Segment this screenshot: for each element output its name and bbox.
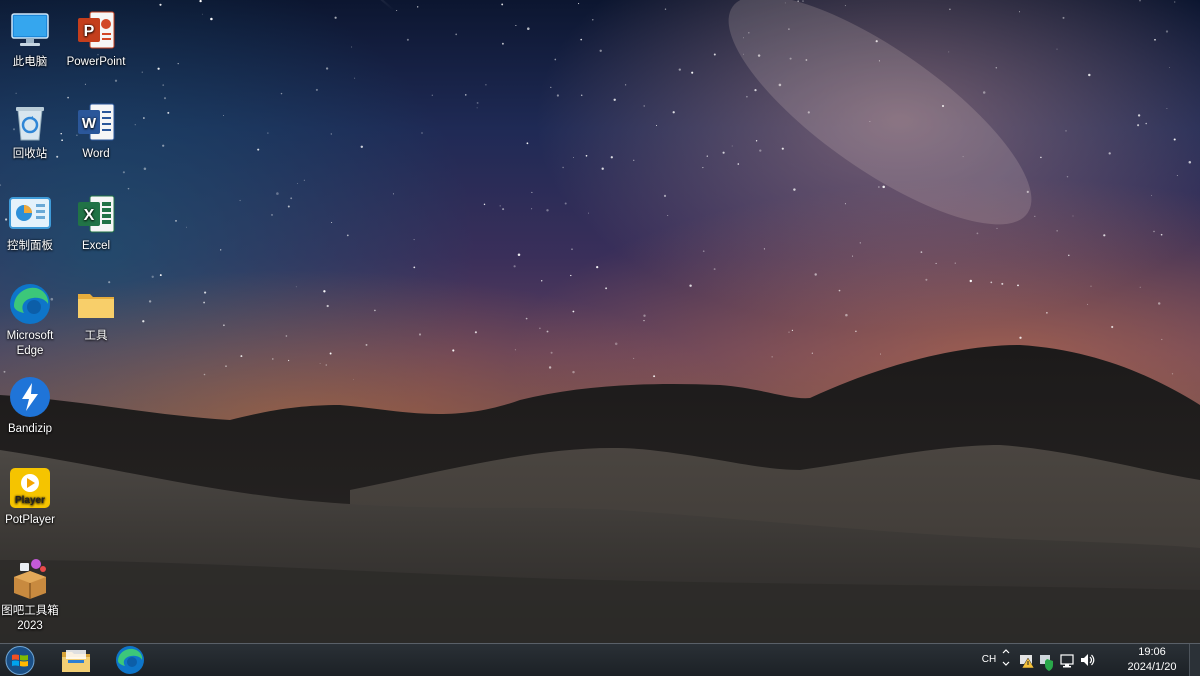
show-desktop-button[interactable] xyxy=(1189,644,1200,676)
svg-text:W: W xyxy=(82,115,97,132)
network-status[interactable] xyxy=(1058,644,1076,676)
desktop-icon-excel[interactable]: X Excel xyxy=(63,188,129,254)
shield-check-icon xyxy=(1040,655,1053,671)
desktop-icon-control-panel[interactable]: 控制面板 xyxy=(0,188,63,254)
edge-icon xyxy=(10,284,50,324)
excel-icon: X xyxy=(78,195,115,233)
desktop-icon-label: Excel xyxy=(81,240,111,252)
desktop-icon-label: PotPlayer xyxy=(5,514,55,526)
chevron-up-icon xyxy=(1002,649,1010,666)
input-method-indicator[interactable]: CH xyxy=(980,644,998,676)
flag-warning-icon xyxy=(1020,655,1035,669)
desktop[interactable]: 此电脑 回收站 控制面板 Microsoft Edge Bandizip Pla… xyxy=(0,0,1200,643)
control-panel-icon xyxy=(9,197,51,229)
recycle-bin-icon xyxy=(16,107,44,141)
desktop-icon-potplayer[interactable]: Player PotPlayer xyxy=(0,462,63,528)
volume-control[interactable] xyxy=(1078,644,1096,676)
desktop-icon-this-pc[interactable]: 此电脑 xyxy=(0,4,63,70)
taskbar-edge[interactable] xyxy=(108,644,152,676)
desktop-icon-word[interactable]: W Word xyxy=(63,96,129,162)
powerpoint-icon: P xyxy=(78,11,115,49)
security-status[interactable] xyxy=(1038,644,1056,676)
desktop-icon-label: 图吧工具箱 2023 xyxy=(1,605,59,632)
taskbar: CH 19:06 2024/1/20 xyxy=(0,643,1200,676)
desktop-icon-label: PowerPoint xyxy=(66,56,126,68)
desktop-icon-label: Bandizip xyxy=(7,423,53,435)
desktop-icon-label: 回收站 xyxy=(12,148,48,160)
desktop-icon-label: 控制面板 xyxy=(7,240,53,252)
folder-icon xyxy=(78,294,114,318)
action-center-warning[interactable] xyxy=(1018,644,1036,676)
clock-time: 19:06 xyxy=(1138,646,1166,658)
desktop-icon-label: Microsoft Edge xyxy=(6,330,54,357)
edge-icon xyxy=(116,646,144,674)
tray-overflow-chevron[interactable] xyxy=(1000,644,1012,676)
clock-date: 2024/1/20 xyxy=(1127,661,1177,673)
desktop-icon-powerpoint[interactable]: P PowerPoint xyxy=(63,4,129,70)
clock[interactable]: 19:06 2024/1/20 xyxy=(1122,645,1182,675)
potplayer-icon: Player xyxy=(10,468,50,508)
desktop-icon-tools-folder[interactable]: 工具 xyxy=(63,278,129,344)
network-icon xyxy=(1060,654,1074,668)
speaker-icon xyxy=(1081,654,1095,666)
svg-text:X: X xyxy=(84,207,95,224)
desktop-icon-bandizip[interactable]: Bandizip xyxy=(0,371,63,437)
desktop-icon-label: Word xyxy=(82,148,110,160)
word-icon: W xyxy=(78,103,115,141)
windows-start-icon xyxy=(5,646,35,675)
toolbox-icon xyxy=(14,559,46,599)
desktop-icon-label: 工具 xyxy=(84,330,108,342)
desktop-icon-toolbox[interactable]: 图吧工具箱 2023 xyxy=(0,553,63,634)
file-explorer-icon xyxy=(62,650,90,672)
computer-icon xyxy=(11,13,49,46)
hills-landscape xyxy=(0,345,1200,643)
bandizip-icon xyxy=(10,377,50,417)
start-button[interactable] xyxy=(3,645,37,676)
desktop-icon-recycle-bin[interactable]: 回收站 xyxy=(0,96,63,162)
svg-text:P: P xyxy=(84,23,95,40)
potplayer-badge-text: Player xyxy=(15,495,45,506)
taskbar-file-explorer[interactable] xyxy=(54,644,98,676)
desktop-icon-label: 此电脑 xyxy=(12,56,48,68)
desktop-icon-microsoft-edge[interactable]: Microsoft Edge xyxy=(0,278,63,359)
